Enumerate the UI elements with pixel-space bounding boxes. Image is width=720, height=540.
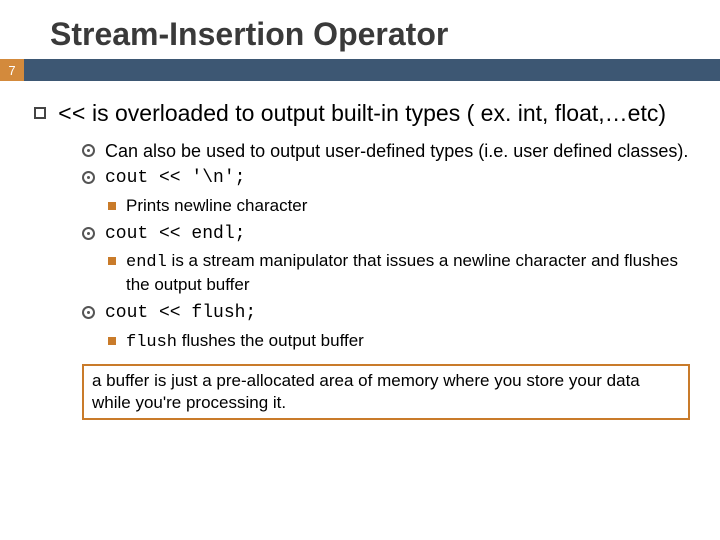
circle-bullet-icon [82, 306, 95, 319]
code-text: cout << flush; [105, 302, 256, 325]
square-bullet-icon [108, 337, 116, 345]
square-bullet-icon [34, 107, 46, 119]
text-rest: is a stream manipulator that issues a ne… [126, 251, 678, 294]
main-text: is overloaded to output built-in types (… [86, 100, 666, 126]
slide-number: 7 [0, 59, 24, 81]
list-item: Prints newline character [108, 195, 690, 217]
header-bar-fill [24, 59, 720, 81]
bullet-text: Prints newline character [126, 195, 307, 217]
slide-content: << is overloaded to output built-in type… [0, 81, 720, 420]
square-bullet-icon [108, 202, 116, 210]
list-item: cout << flush; [82, 302, 690, 325]
callout-box: a buffer is just a pre-allocated area of… [82, 364, 690, 420]
square-bullet-icon [108, 257, 116, 265]
circle-bullet-icon [82, 171, 95, 184]
code-inline: flush [126, 333, 177, 352]
list-item: Can also be used to output user-defined … [82, 140, 690, 163]
circle-bullet-icon [82, 227, 95, 240]
bullet-text: << is overloaded to output built-in type… [58, 99, 666, 130]
bullet-text: Can also be used to output user-defined … [105, 140, 688, 163]
list-item: endl is a stream manipulator that issues… [108, 250, 690, 296]
code-inline: endl [126, 253, 167, 272]
slide-title: Stream-Insertion Operator [0, 0, 720, 59]
list-item: flush flushes the output buffer [108, 330, 690, 354]
bullet-text: flush flushes the output buffer [126, 330, 364, 354]
code-text: cout << endl; [105, 223, 245, 246]
list-item: cout << endl; [82, 223, 690, 246]
code-text: cout << '\n'; [105, 167, 245, 190]
circle-bullet-icon [82, 144, 95, 157]
operator-text: << [58, 102, 86, 128]
header-bar: 7 [0, 59, 720, 81]
bullet-text: endl is a stream manipulator that issues… [126, 250, 690, 296]
list-item: cout << '\n'; [82, 167, 690, 190]
text-rest: flushes the output buffer [177, 331, 364, 350]
list-item: << is overloaded to output built-in type… [34, 99, 690, 130]
